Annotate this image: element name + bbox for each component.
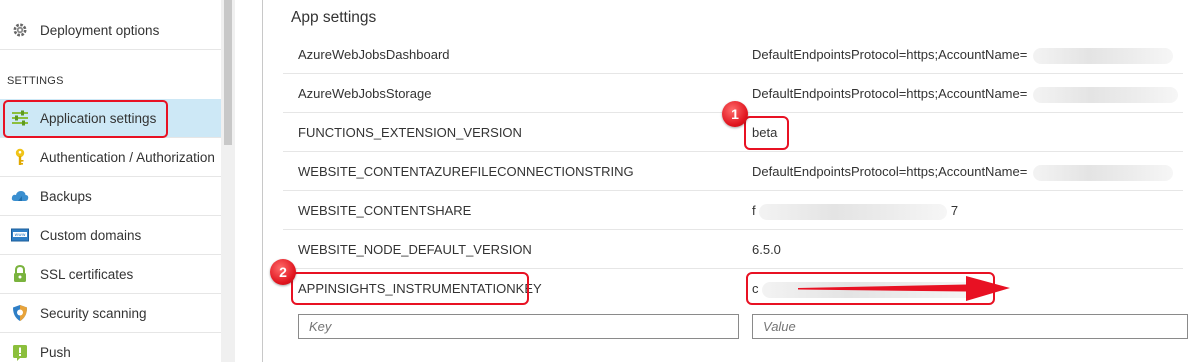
- sidebar-item-label: Backups: [40, 188, 92, 204]
- sidebar-item-backups[interactable]: Backups: [0, 177, 221, 216]
- sidebar-item-label: Authentication / Authorization: [40, 149, 215, 165]
- redacted-value: [1032, 86, 1178, 103]
- redacted-value: [759, 203, 948, 220]
- sidebar-item-custom-domains[interactable]: www Custom domains: [0, 216, 221, 255]
- cloud-icon: [11, 187, 29, 205]
- setting-key: WEBSITE_CONTENTSHARE: [298, 203, 472, 218]
- www-icon: www: [11, 226, 29, 244]
- annotation-badge-1: 1: [722, 101, 748, 127]
- setting-value: DefaultEndpointsProtocol=https;AccountNa…: [752, 164, 1028, 179]
- sidebar-item-label: Security scanning: [40, 305, 147, 321]
- setting-value: f: [752, 203, 756, 218]
- setting-value: 6.5.0: [752, 242, 781, 257]
- sidebar-item-authentication[interactable]: Authentication / Authorization: [0, 138, 221, 177]
- page-title: App settings: [291, 9, 377, 26]
- sidebar-item-label: SSL certificates: [40, 266, 134, 282]
- new-setting-value-input[interactable]: [752, 314, 1188, 339]
- instrumentation-key-highlight: [291, 272, 529, 305]
- setting-key: WEBSITE_NODE_DEFAULT_VERSION: [298, 242, 532, 257]
- setting-row[interactable]: WEBSITE_CONTENTSHARE f 7: [283, 191, 1183, 230]
- setting-value-wrap: DefaultEndpointsProtocol=https;AccountNa…: [752, 35, 1173, 74]
- setting-value: DefaultEndpointsProtocol=https;AccountNa…: [752, 86, 1028, 101]
- shield-icon: [11, 304, 29, 322]
- sidebar-item-label: Push: [40, 345, 71, 360]
- setting-value-wrap: f 7: [752, 191, 958, 230]
- setting-row[interactable]: WEBSITE_NODE_DEFAULT_VERSION 6.5.0: [283, 230, 1183, 269]
- setting-key: FUNCTIONS_EXTENSION_VERSION: [298, 125, 522, 140]
- main-content: App settings AzureWebJobsDashboard Defau…: [263, 0, 1200, 362]
- sidebar-item-label: Custom domains: [40, 227, 142, 243]
- sidebar-section-settings: SETTINGS: [7, 75, 64, 87]
- app-window: Deployment options SETTINGS Application …: [0, 0, 1200, 362]
- redacted-value: [1032, 47, 1173, 64]
- sidebar: Deployment options SETTINGS Application …: [0, 0, 221, 362]
- sidebar-item-push[interactable]: Push: [0, 333, 221, 362]
- push-icon: [11, 344, 29, 362]
- annotation-badge-2: 2: [270, 259, 296, 285]
- key-icon: [11, 148, 29, 166]
- new-setting-key-input[interactable]: [298, 314, 739, 339]
- sidebar-item-ssl-certificates[interactable]: SSL certificates: [0, 255, 221, 294]
- sidebar-item-deployment-options[interactable]: Deployment options: [0, 11, 221, 50]
- setting-value-suffix: 7: [950, 203, 959, 218]
- application-settings-highlight: [3, 100, 168, 138]
- svg-text:www: www: [14, 233, 25, 238]
- annotation-arrow-icon: [798, 276, 1010, 301]
- scrollbar-thumb[interactable]: [224, 0, 232, 145]
- sidebar-scrollbar[interactable]: [221, 0, 235, 362]
- setting-value: DefaultEndpointsProtocol=https;AccountNa…: [752, 47, 1028, 62]
- sidebar-item-label: Deployment options: [40, 22, 160, 38]
- setting-value-wrap: DefaultEndpointsProtocol=https;AccountNa…: [752, 152, 1173, 191]
- setting-row[interactable]: WEBSITE_CONTENTAZUREFILECONNECTIONSTRING…: [283, 152, 1183, 191]
- beta-value-highlight: [744, 116, 789, 150]
- redacted-value: [1032, 164, 1173, 181]
- sidebar-item-security-scanning[interactable]: Security scanning: [0, 294, 221, 333]
- gear-icon: [11, 21, 29, 39]
- setting-key: AzureWebJobsDashboard: [298, 47, 450, 62]
- setting-value-wrap: DefaultEndpointsProtocol=https;AccountNa…: [752, 74, 1178, 113]
- setting-key: AzureWebJobsStorage: [298, 86, 432, 101]
- lock-icon: [11, 265, 29, 283]
- setting-row[interactable]: AzureWebJobsDashboard DefaultEndpointsPr…: [283, 35, 1183, 74]
- setting-key: WEBSITE_CONTENTAZUREFILECONNECTIONSTRING: [298, 164, 634, 179]
